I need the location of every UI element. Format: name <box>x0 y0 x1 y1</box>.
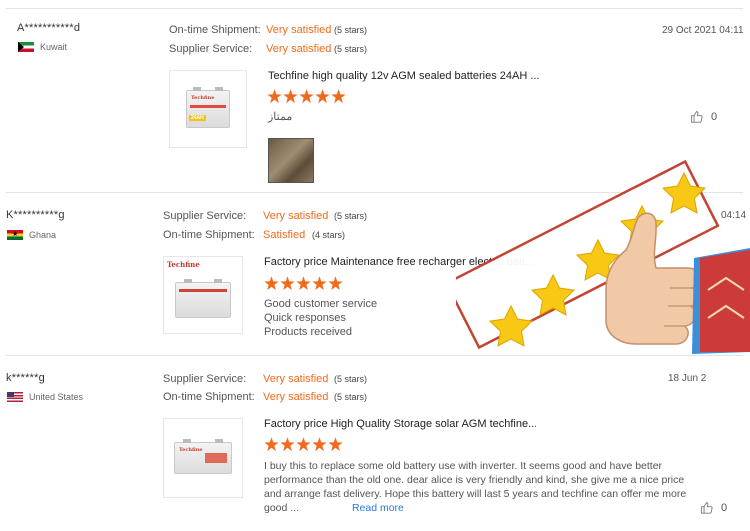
battery-image: Techfine <box>174 439 232 474</box>
comment-line: Products received <box>264 326 353 338</box>
country-name: Kuwait <box>40 42 68 52</box>
rating-label: Supplier Service: <box>163 373 247 385</box>
review-comment: Good customer service Quick responses Pr… <box>264 297 377 339</box>
star-icon <box>296 437 311 452</box>
star-icon <box>264 437 279 452</box>
comment-line: ممتاز <box>268 111 293 123</box>
review-date: 18 Jun 2 <box>668 373 707 384</box>
product-title-link[interactable]: Factory price High Quality Storage solar… <box>264 418 536 430</box>
review-comment: ممتاز <box>268 110 292 124</box>
brand-label: Techfine <box>179 447 203 453</box>
review-item: K**********g ★ Ghana Supplier Service: V… <box>0 192 750 354</box>
buyer-name: A***********d <box>17 22 81 34</box>
rating-label: Supplier Service: <box>163 210 247 222</box>
star-icon <box>328 276 343 291</box>
battery-image <box>175 279 231 318</box>
star-icon <box>331 89 346 104</box>
product-title-link[interactable]: Factory price Maintenance free recharger… <box>264 256 536 268</box>
rating-value: Very satisfied <box>263 373 329 385</box>
product-image[interactable]: Techfine <box>163 256 243 334</box>
review-comment: I buy this to replace some old battery u… <box>264 459 704 515</box>
rating-row-shipment: On-time Shipment: Satisfied (4 stars) <box>163 229 345 241</box>
like-button[interactable]: 0 <box>690 110 717 123</box>
brand-label: Techfine <box>191 95 215 101</box>
star-icon <box>280 437 295 452</box>
star-icon <box>264 276 279 291</box>
review-item: A***********d Kuwait On-time Shipment: V… <box>0 0 750 190</box>
star-icon <box>312 276 327 291</box>
star-icon <box>315 89 330 104</box>
like-count: 0 <box>721 501 728 514</box>
comment-line: Good customer service <box>264 298 378 310</box>
rating-label: On-time Shipment: <box>163 229 255 241</box>
rating-label: Supplier Service: <box>169 43 253 55</box>
review-date: 04:14 <box>721 210 747 221</box>
read-more-link[interactable]: Read more <box>352 502 404 514</box>
rating-value: Very satisfied <box>263 391 329 403</box>
rating-stars-text: (5 stars) <box>334 211 368 221</box>
rating-stars-text: (5 stars) <box>334 44 368 54</box>
battery-image: Techfine 24AH <box>186 87 230 128</box>
star-rating <box>264 276 343 291</box>
review-item: k******g United States Supplier Service:… <box>0 355 750 531</box>
rating-value: Satisfied <box>263 229 306 241</box>
like-count: 0 <box>711 110 718 123</box>
buyer-country: Kuwait <box>18 42 67 52</box>
thumbs-up-icon <box>691 111 703 123</box>
rating-row-service: Supplier Service: Very satisfied (5 star… <box>163 210 367 222</box>
united-states-flag-icon <box>7 392 23 402</box>
star-icon <box>312 437 327 452</box>
rating-row-shipment: On-time Shipment: Very satisfied (5 star… <box>169 24 367 36</box>
product-image[interactable]: Techfine 24AH <box>169 70 247 148</box>
product-image[interactable]: Techfine <box>163 418 243 498</box>
star-icon <box>280 276 295 291</box>
star-icon <box>299 89 314 104</box>
rating-stars-text: (4 stars) <box>312 230 346 240</box>
rating-value: Very satisfied <box>266 43 332 55</box>
buyer-name: K**********g <box>6 209 65 221</box>
review-photo[interactable] <box>268 138 314 183</box>
thumbs-up-icon <box>701 502 713 514</box>
rating-label: On-time Shipment: <box>163 391 255 403</box>
country-name: United States <box>29 392 84 402</box>
star-icon <box>283 89 298 104</box>
rating-row-service: Supplier Service: Very satisfied (5 star… <box>169 43 367 55</box>
capacity-badge: 24AH <box>189 115 206 121</box>
ghana-flag-icon: ★ <box>7 230 23 240</box>
buyer-name: k******g <box>6 372 45 384</box>
buyer-country: ★ Ghana <box>7 230 56 240</box>
rating-stars-text: (5 stars) <box>334 392 368 402</box>
rating-row-shipment: On-time Shipment: Very satisfied (5 star… <box>163 391 367 403</box>
like-button[interactable]: 0 <box>700 501 727 514</box>
star-icon <box>296 276 311 291</box>
kuwait-flag-icon <box>18 42 34 52</box>
star-icon <box>267 89 282 104</box>
buyer-country: United States <box>7 392 83 402</box>
star-rating <box>267 89 346 104</box>
country-name: Ghana <box>29 230 57 240</box>
rating-value: Very satisfied <box>266 24 332 36</box>
rating-value: Very satisfied <box>263 210 329 222</box>
rating-stars-text: (5 stars) <box>334 374 368 384</box>
comment-line: Quick responses <box>264 312 346 324</box>
comment-text: I buy this to replace some old battery u… <box>264 460 687 514</box>
star-rating <box>264 437 343 452</box>
rating-row-service: Supplier Service: Very satisfied (5 star… <box>163 373 367 385</box>
brand-label: Techfine <box>167 260 200 269</box>
star-icon <box>328 437 343 452</box>
rating-label: On-time Shipment: <box>169 24 261 36</box>
review-date: 29 Oct 2021 04:11 <box>662 25 744 36</box>
product-title-link[interactable]: Techfine high quality 12v AGM sealed bat… <box>268 70 548 82</box>
rating-stars-text: (5 stars) <box>334 25 368 35</box>
